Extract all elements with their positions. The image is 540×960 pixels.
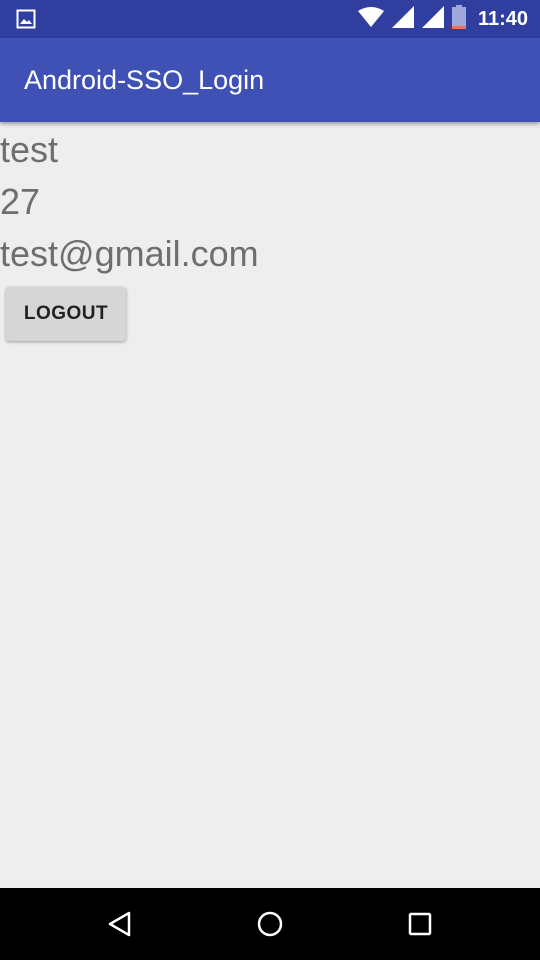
battery-icon <box>451 4 466 34</box>
recents-icon[interactable] <box>402 906 438 942</box>
logout-button[interactable]: LOGOUT <box>6 287 126 341</box>
back-icon[interactable] <box>102 906 138 942</box>
clock: 11:40 <box>477 7 528 30</box>
app-title: Android-SSO_Login <box>24 65 265 95</box>
signal-icon <box>391 5 414 33</box>
status-icons: 11:40 <box>357 0 528 38</box>
user-name: test <box>0 129 59 170</box>
home-icon[interactable] <box>252 906 288 942</box>
profile-content: test 27 test@gmail.com LOGOUT <box>0 122 540 888</box>
wifi-icon <box>357 6 384 32</box>
user-age: 27 <box>0 181 41 222</box>
status-bar: 11:40 <box>0 0 540 38</box>
navigation-bar <box>0 888 540 960</box>
app-bar: Android-SSO_Login <box>0 38 540 122</box>
user-email: test@gmail.com <box>0 233 259 274</box>
image-notification-icon <box>16 9 36 29</box>
signal-icon <box>421 5 444 33</box>
